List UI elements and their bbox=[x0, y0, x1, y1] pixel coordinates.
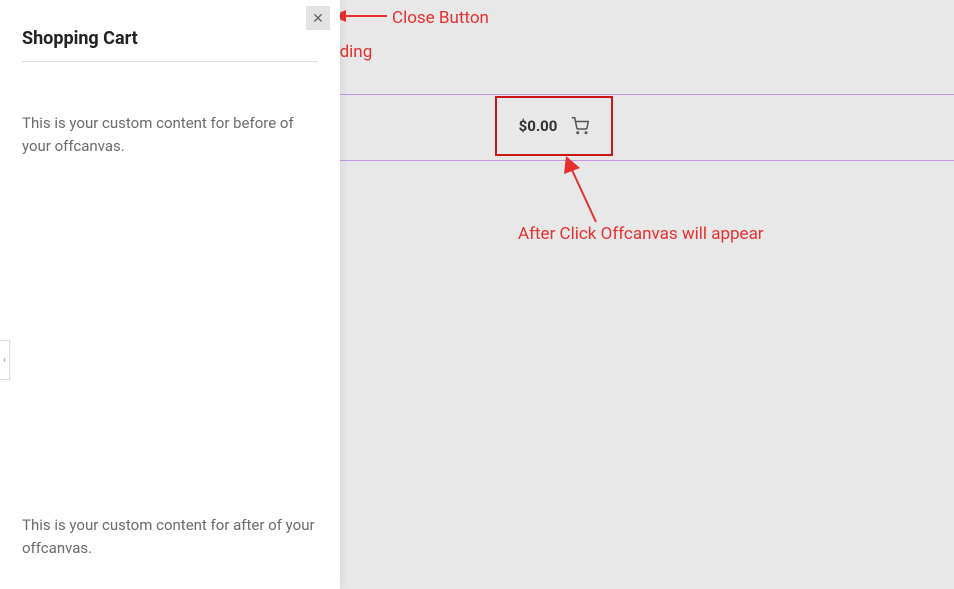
before-message: This is your custom content for before o… bbox=[22, 112, 318, 157]
offcanvas-content: Shopping Cart This is your custom conten… bbox=[0, 0, 340, 179]
cart-button[interactable]: $0.00 bbox=[495, 96, 613, 156]
header-strip bbox=[340, 94, 954, 161]
cart-icon bbox=[571, 117, 589, 135]
offcanvas-heading: Shopping Cart bbox=[22, 28, 318, 62]
main-area bbox=[340, 0, 954, 589]
chevron-left-icon: ‹ bbox=[3, 355, 6, 366]
offcanvas-panel: ✕ Shopping Cart This is your custom cont… bbox=[0, 0, 340, 589]
after-message: This is your custom content for after of… bbox=[22, 514, 318, 559]
side-tab[interactable]: ‹ bbox=[0, 340, 10, 380]
cart-price: $0.00 bbox=[519, 117, 558, 135]
close-icon: ✕ bbox=[312, 11, 324, 25]
close-button[interactable]: ✕ bbox=[306, 6, 330, 30]
